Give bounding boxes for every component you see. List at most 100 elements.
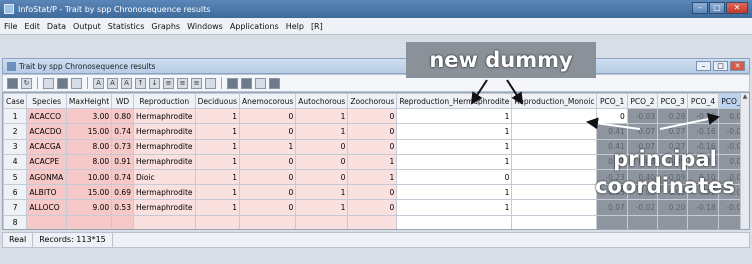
- row-number[interactable]: 6: [3, 184, 28, 201]
- col-pco-1[interactable]: PCO_1: [596, 93, 628, 110]
- maximize-button[interactable]: □: [709, 2, 725, 14]
- table-cell[interactable]: ACACDO: [26, 123, 67, 140]
- table-cell[interactable]: 1: [239, 138, 297, 155]
- table-cell[interactable]: [295, 214, 349, 229]
- row-number[interactable]: 3: [3, 138, 28, 155]
- table-cell[interactable]: [111, 214, 134, 229]
- table-cell[interactable]: Hermaphrodite: [132, 199, 196, 216]
- table-row[interactable]: 7 ALLOCO 9.00 0.53 Hermaphrodite 1 0 1 0 1 0.07 -0.…: [3, 199, 749, 216]
- table-cell[interactable]: ALBITO: [26, 184, 67, 201]
- table-cell[interactable]: 1: [295, 123, 349, 140]
- table-row[interactable]: 8: [3, 214, 749, 229]
- calc-icon[interactable]: [269, 77, 280, 89]
- table-cell[interactable]: [596, 214, 628, 229]
- table-cell[interactable]: ACACGA: [26, 138, 67, 155]
- table-cell[interactable]: 1: [194, 108, 241, 125]
- table-cell[interactable]: 0.27: [657, 123, 689, 140]
- table-cell[interactable]: 15.00: [65, 123, 113, 140]
- table-cell[interactable]: [347, 214, 398, 229]
- menu-output[interactable]: Output: [73, 22, 101, 31]
- row-number[interactable]: 2: [3, 123, 28, 140]
- table-cell[interactable]: 0: [239, 168, 297, 186]
- col-maxheight[interactable]: MaxHeight: [65, 93, 113, 110]
- vertical-scrollbar[interactable]: ▲: [740, 93, 749, 229]
- table-cell[interactable]: -0.16: [687, 108, 719, 125]
- table-cell[interactable]: -0.02: [626, 199, 659, 216]
- table-cell[interactable]: 1: [194, 123, 241, 140]
- table-cell[interactable]: [511, 138, 598, 155]
- table-cell[interactable]: Hermaphrodite: [132, 138, 196, 155]
- row-number[interactable]: 1: [3, 108, 28, 125]
- table-cell[interactable]: 0: [347, 199, 398, 216]
- menu-graphs[interactable]: Graphs: [151, 22, 180, 31]
- table-cell[interactable]: 0.80: [111, 108, 134, 125]
- table-cell[interactable]: [511, 153, 598, 170]
- col-reproduction-monoic[interactable]: Reproduction_Monoic: [511, 93, 598, 110]
- menu-r[interactable]: [R]: [311, 22, 323, 31]
- align-center-icon[interactable]: ≡: [177, 77, 188, 89]
- table-cell[interactable]: [26, 214, 67, 229]
- doc-close-button[interactable]: ✕: [730, 61, 745, 71]
- table-cell[interactable]: 0.41: [596, 123, 628, 140]
- table-cell[interactable]: [657, 214, 689, 229]
- table-cell[interactable]: 1: [194, 138, 241, 155]
- table-cell[interactable]: Hermaphrodite: [132, 123, 196, 140]
- table-cell[interactable]: 0: [295, 168, 349, 186]
- table-cell[interactable]: [239, 214, 297, 229]
- table-cell[interactable]: 1: [396, 184, 513, 201]
- table-cell[interactable]: Hermaphrodite: [132, 153, 196, 170]
- table-cell[interactable]: 15.00: [65, 184, 113, 201]
- col-reproduction-hermaphrodite[interactable]: Reproduction_Hermaphrodite: [396, 93, 513, 110]
- table-cell[interactable]: 0: [295, 153, 349, 170]
- col-pco-4[interactable]: PCO_4: [687, 93, 719, 110]
- table-cell[interactable]: 0.74: [111, 168, 134, 186]
- table-cell[interactable]: Hermaphrodite: [132, 108, 196, 125]
- table-cell[interactable]: 0.07: [596, 199, 628, 216]
- font-icon[interactable]: A: [93, 77, 104, 89]
- table-cell[interactable]: [511, 199, 598, 216]
- table-cell[interactable]: 1: [295, 184, 349, 201]
- table-cell[interactable]: AGONMA: [26, 168, 67, 186]
- doc-maximize-button[interactable]: □: [713, 61, 728, 71]
- table-cell[interactable]: -0.18: [687, 199, 719, 216]
- copy-icon[interactable]: [43, 77, 54, 89]
- row-number[interactable]: 8: [3, 214, 28, 229]
- col-deciduous[interactable]: Deciduous: [194, 93, 241, 110]
- table-cell[interactable]: [511, 214, 598, 229]
- table-row[interactable]: 1 ACACCO 3.00 0.80 Hermaphrodite 1 0 1 0 1 0 -0.03 0…: [3, 108, 749, 125]
- menu-data[interactable]: Data: [47, 22, 66, 31]
- table-cell[interactable]: 8.00: [65, 138, 113, 155]
- table-cell[interactable]: Hermaphrodite: [132, 184, 196, 201]
- table-cell[interactable]: 0: [347, 108, 398, 125]
- col-anemocorous[interactable]: Anemocorous: [239, 93, 297, 110]
- table-cell[interactable]: 0: [239, 123, 297, 140]
- print-icon[interactable]: [71, 77, 82, 89]
- filter-icon[interactable]: [205, 77, 216, 89]
- menu-file[interactable]: File: [4, 22, 17, 31]
- table-cell[interactable]: [132, 214, 196, 229]
- table-row[interactable]: 2 ACACDO 15.00 0.74 Hermaphrodite 1 0 1 0 1 0.41 -0…: [3, 123, 749, 140]
- table-cell[interactable]: ALLOCO: [26, 199, 67, 216]
- save-icon[interactable]: [7, 77, 18, 89]
- row-number[interactable]: 4: [3, 153, 28, 170]
- table-cell[interactable]: 1: [396, 108, 513, 125]
- table-cell[interactable]: -0.03: [626, 108, 659, 125]
- table-cell[interactable]: 1: [295, 199, 349, 216]
- table-cell[interactable]: 1: [194, 184, 241, 201]
- table-cell[interactable]: 0.91: [111, 153, 134, 170]
- table-cell[interactable]: 0: [396, 168, 513, 186]
- menu-edit[interactable]: Edit: [24, 22, 40, 31]
- table-cell[interactable]: 1: [347, 168, 398, 186]
- col-autochorous[interactable]: Autochorous: [295, 93, 349, 110]
- table-cell[interactable]: 9.00: [65, 199, 113, 216]
- minimize-button[interactable]: –: [692, 2, 708, 14]
- table-cell[interactable]: [65, 214, 113, 229]
- table-cell[interactable]: 0: [239, 108, 297, 125]
- table-cell[interactable]: 1: [396, 138, 513, 155]
- table-cell[interactable]: 0.29: [657, 108, 689, 125]
- scroll-up-icon[interactable]: ▲: [741, 93, 749, 102]
- table-cell[interactable]: 0: [347, 184, 398, 201]
- table-cell[interactable]: 1: [396, 123, 513, 140]
- chart-icon[interactable]: [255, 77, 266, 89]
- table-cell[interactable]: 0: [239, 199, 297, 216]
